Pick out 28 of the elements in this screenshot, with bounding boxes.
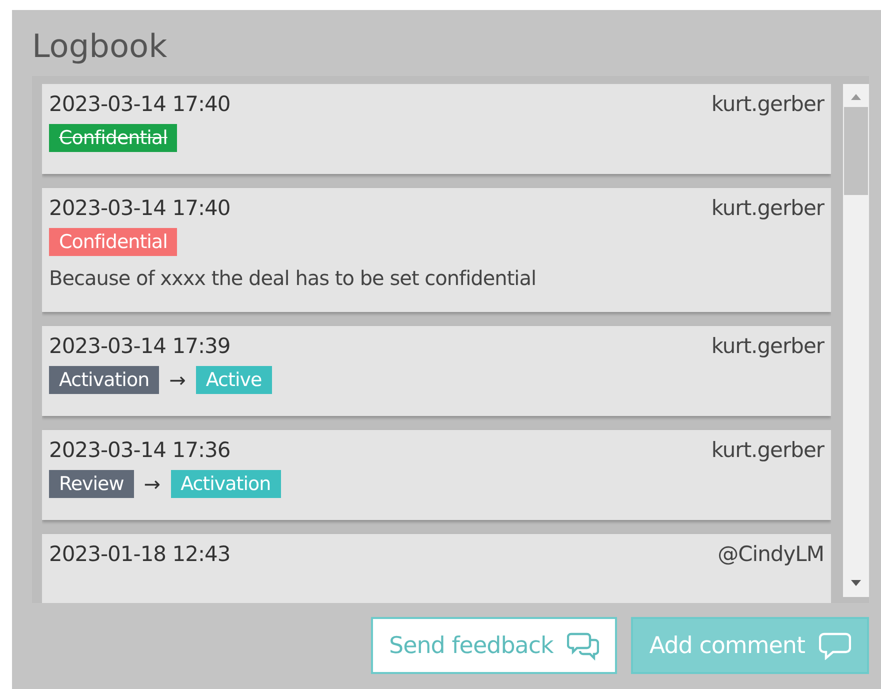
transition-arrow: → xyxy=(144,472,161,496)
status-tag: Activation xyxy=(49,366,160,394)
entry-timestamp: 2023-03-14 17:36 xyxy=(49,438,230,462)
status-tag: Confidential xyxy=(49,228,178,256)
entry-timestamp: 2023-01-18 12:43 xyxy=(49,542,230,566)
entry-user: @CindyLM xyxy=(718,542,824,566)
scroll-thumb[interactable] xyxy=(844,107,868,195)
entry-timestamp: 2023-03-14 17:39 xyxy=(49,334,230,358)
scroll-down-icon[interactable] xyxy=(850,579,862,587)
entry-timestamp: 2023-03-14 17:40 xyxy=(49,196,230,220)
chat-icon xyxy=(567,630,600,660)
entry-user: kurt.gerber xyxy=(711,92,824,116)
send-feedback-button[interactable]: Send feedback xyxy=(370,617,618,674)
entry-timestamp: 2023-03-14 17:40 xyxy=(49,92,230,116)
entry-user: kurt.gerber xyxy=(711,196,824,220)
panel-title: Logbook xyxy=(32,28,168,64)
status-tag: Active xyxy=(196,366,272,394)
status-tag: Confidential xyxy=(49,124,178,152)
scroll-up-icon[interactable] xyxy=(850,93,862,101)
transition-arrow: → xyxy=(169,368,186,392)
entry-comment: Because of xxxx the deal has to be set confidential xyxy=(49,266,538,290)
status-tag: Review xyxy=(49,470,134,498)
speech-bubble-icon xyxy=(819,632,851,660)
add-comment-button[interactable]: Add comment xyxy=(631,617,869,674)
scrollbar[interactable] xyxy=(843,84,869,597)
entry-user: kurt.gerber xyxy=(711,334,824,358)
status-tag: Activation xyxy=(170,470,281,498)
entry-user: kurt.gerber xyxy=(711,438,824,462)
